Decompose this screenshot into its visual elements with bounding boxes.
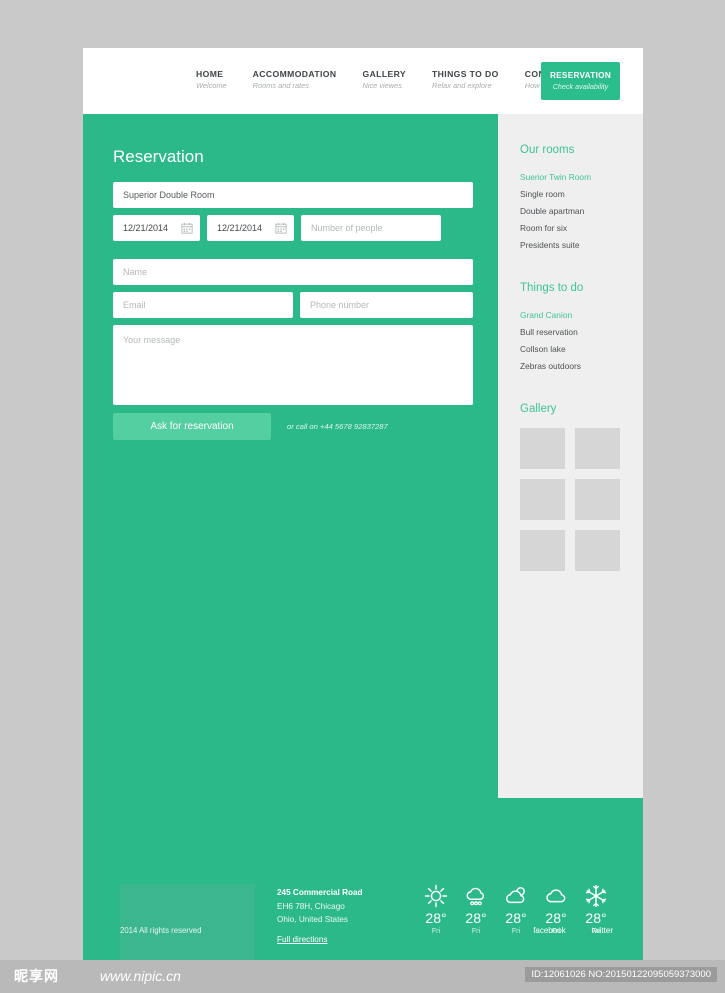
sidebar-room-item[interactable]: Presidents suite (520, 237, 643, 254)
phone-input[interactable] (300, 292, 473, 318)
address-line-2: EH6 78H, Chicago (277, 902, 345, 911)
watermark-id: ID:12061026 NO:20150122095059373000 (525, 967, 717, 982)
gallery-grid (520, 428, 643, 571)
rain-cloud-icon (456, 882, 496, 910)
nipic-url: www.nipic.cn (100, 968, 181, 984)
nav-sublabel: Rooms and rates (252, 81, 309, 90)
social-links: facebook twitter (533, 926, 613, 935)
nav-label: GALLERY (362, 69, 407, 79)
footer-bottom-bar: 2014 All rights reserved facebook twitte… (83, 914, 643, 960)
page-title: Reservation (113, 147, 204, 166)
watermark-bar: 昵享网 www.nipic.cn ID:12061026 NO:20150122… (0, 960, 725, 993)
gallery-thumbnail[interactable] (575, 479, 620, 520)
sidebar-things-section: Things to do Grand Canion Bull reservati… (520, 282, 643, 375)
snowflake-icon (576, 882, 616, 910)
nav-label: THINGS TO DO (432, 69, 499, 79)
screenshot-root: HOME Welcome ACCOMMODATION Rooms and rat… (0, 0, 725, 993)
email-phone-row (113, 292, 473, 318)
call-phone-note: or call on +44 5678 92837287 (287, 422, 388, 431)
twitter-link[interactable]: twitter (592, 926, 613, 935)
sidebar-room-item[interactable]: Room for six (520, 220, 643, 237)
partly-cloudy-icon (496, 882, 536, 910)
number-of-people-input[interactable] (301, 215, 441, 241)
sidebar-rooms-section: Our rooms Suerior Twin Room Single room … (520, 144, 643, 254)
room-type-input[interactable] (113, 182, 473, 208)
copyright-text: 2014 All rights reserved (120, 926, 202, 935)
checkin-date-wrapper (113, 215, 200, 241)
sidebar-thing-item[interactable]: Grand Canion (520, 307, 643, 324)
nav-item-home[interactable]: HOME Welcome (196, 68, 227, 92)
sidebar: Our rooms Suerior Twin Room Single room … (498, 114, 643, 798)
nav-sublabel: Welcome (196, 81, 227, 90)
sidebar-thing-item[interactable]: Zebras outdoors (520, 358, 643, 375)
footer: 245 Commercial Road EH6 78H, Chicago Ohi… (83, 862, 643, 962)
sidebar-room-item[interactable]: Suerior Twin Room (520, 169, 643, 186)
sidebar-gallery-heading: Gallery (520, 403, 557, 415)
sidebar-room-item[interactable]: Single room (520, 186, 643, 203)
gallery-thumbnail[interactable] (575, 428, 620, 469)
date-people-row (113, 215, 473, 241)
checkout-date-input[interactable] (207, 215, 294, 241)
sidebar-thing-item[interactable]: Collson lake (520, 341, 643, 358)
nav-item-accommodation[interactable]: ACCOMMODATION Rooms and rates (253, 68, 337, 92)
website-page: HOME Welcome ACCOMMODATION Rooms and rat… (83, 48, 643, 962)
reservation-cta-button[interactable]: RESERVATION Check availability (541, 62, 620, 100)
reservation-cta-label: RESERVATION (549, 71, 612, 80)
facebook-link[interactable]: facebook (533, 926, 565, 935)
address-line-1: 245 Commercial Road (277, 888, 363, 897)
nav-sublabel: Nice viewes (362, 81, 402, 90)
gallery-thumbnail[interactable] (520, 479, 565, 520)
page-body: Reservation Superior Double Room 12/21/2… (83, 114, 643, 862)
reservation-form: Ask for reservation or call on +44 5678 … (113, 182, 473, 440)
nav-label: HOME (196, 69, 224, 79)
cloud-icon (536, 882, 576, 910)
main-content-column: Reservation Superior Double Room 12/21/2… (83, 114, 498, 862)
message-textarea[interactable] (113, 325, 473, 405)
checkin-date-input[interactable] (113, 215, 200, 241)
sidebar-gallery-section: Gallery (520, 403, 643, 571)
nav-item-things-to-do[interactable]: THINGS TO DO Relax and explore (432, 68, 499, 92)
nav-label: ACCOMMODATION (252, 69, 337, 79)
ask-for-reservation-button[interactable]: Ask for reservation (113, 413, 271, 440)
sidebar-thing-item[interactable]: Bull reservation (520, 324, 643, 341)
sidebar-rooms-heading: Our rooms (520, 144, 575, 156)
checkout-date-wrapper (207, 215, 294, 241)
email-input[interactable] (113, 292, 293, 318)
submit-row: Ask for reservation or call on +44 5678 … (113, 413, 473, 440)
nipic-logo: 昵享网 (14, 969, 59, 985)
sidebar-room-item[interactable]: Double apartman (520, 203, 643, 220)
gallery-thumbnail[interactable] (575, 530, 620, 571)
nav-item-gallery[interactable]: GALLERY Nice viewes (362, 68, 406, 92)
nav-sublabel: Relax and explore (432, 81, 492, 90)
sun-icon (416, 882, 456, 910)
name-input[interactable] (113, 259, 473, 285)
reservation-cta-sublabel: Check availability (552, 82, 609, 91)
top-navigation: HOME Welcome ACCOMMODATION Rooms and rat… (83, 48, 643, 114)
gallery-thumbnail[interactable] (520, 530, 565, 571)
gallery-thumbnail[interactable] (520, 428, 565, 469)
sidebar-things-heading: Things to do (520, 282, 584, 294)
